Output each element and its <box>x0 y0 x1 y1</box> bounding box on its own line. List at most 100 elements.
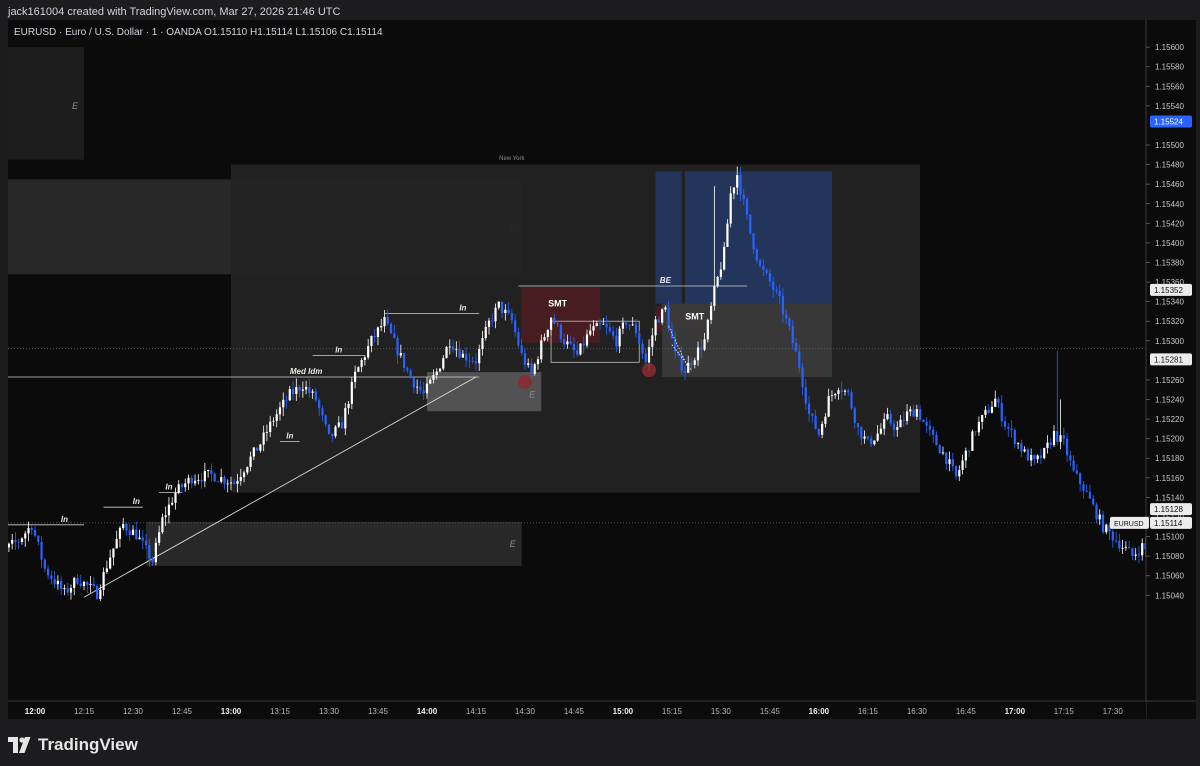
candle-body <box>1069 455 1072 461</box>
time-tick-label: 13:15 <box>270 707 291 716</box>
candle-body <box>8 543 11 548</box>
candle-body <box>220 477 223 482</box>
candle-body <box>76 577 79 584</box>
candle-body <box>922 419 925 422</box>
candle-body <box>576 350 579 355</box>
candle-body <box>298 386 301 391</box>
candle-body <box>1046 442 1049 449</box>
candle-body <box>311 391 314 393</box>
candle-body <box>765 269 768 273</box>
candle-body <box>824 416 827 424</box>
candle-body <box>487 320 491 327</box>
candle-body <box>625 322 628 325</box>
level-label: In <box>133 497 140 506</box>
candle-body <box>210 469 213 474</box>
candle-body <box>226 483 229 485</box>
candle-body <box>445 346 448 359</box>
level-label: In <box>459 303 466 312</box>
candle-body <box>154 542 157 563</box>
candle-body <box>14 540 17 542</box>
candle-body <box>363 357 366 361</box>
price-tick-label: 1.15180 <box>1155 454 1184 463</box>
candle-body <box>605 323 608 328</box>
candle-body <box>928 425 932 430</box>
candle-body <box>265 432 269 433</box>
time-tick-label: 12:30 <box>123 707 144 716</box>
candle-body <box>347 403 350 409</box>
candle-body <box>510 313 513 321</box>
price-tick-label: 1.15400 <box>1155 239 1184 248</box>
candle-body <box>1030 454 1033 461</box>
candle-body <box>1079 473 1082 485</box>
candle-body <box>402 353 406 368</box>
candle-body <box>644 353 647 363</box>
candle-body <box>990 406 994 413</box>
candle-body <box>794 343 798 352</box>
candle-body <box>870 438 873 445</box>
candle-body <box>1062 435 1065 439</box>
candle-body <box>1131 548 1134 556</box>
candle-body <box>647 347 651 363</box>
candle-body <box>981 414 984 422</box>
candle-body <box>180 484 184 488</box>
candle-body <box>471 360 474 362</box>
candle-body <box>657 319 660 323</box>
candle-body <box>749 214 752 234</box>
price-tick-label: 1.15560 <box>1155 82 1184 91</box>
candle-body <box>246 467 249 473</box>
price-tick-label: 1.15580 <box>1155 63 1184 72</box>
candle-body <box>285 399 288 401</box>
candle-body <box>24 533 27 539</box>
candle-body <box>1118 540 1121 549</box>
candlestick-chart[interactable]: EDEENew YorkMed IdmInInInInInInBESMTSMT1… <box>0 0 1200 766</box>
candle-body <box>925 421 928 426</box>
candle-body <box>275 414 278 421</box>
candle-body <box>115 538 118 549</box>
price-tick-label: 1.15160 <box>1155 474 1184 483</box>
candle-body <box>847 390 850 393</box>
candle-body <box>350 381 353 404</box>
candle-body <box>291 389 295 395</box>
candle-body <box>406 367 409 371</box>
candle-body <box>278 407 282 415</box>
candle-body <box>755 249 758 261</box>
candle-body <box>138 537 141 540</box>
candle-body <box>187 477 190 484</box>
price-tick-label: 1.15500 <box>1155 141 1184 150</box>
candle-body <box>66 588 69 593</box>
candle-body <box>785 314 788 319</box>
price-tick-label: 1.15540 <box>1155 102 1184 111</box>
time-tick-label: 12:45 <box>172 707 193 716</box>
candle-body <box>935 434 938 446</box>
tradingview-logo: TradingView <box>8 733 138 757</box>
level-label: In <box>335 345 342 354</box>
candle-body <box>389 323 393 334</box>
candle-body <box>902 419 905 421</box>
candle-body <box>455 349 458 351</box>
price-badge-label: 1.15114 <box>1154 519 1183 528</box>
candle-body <box>964 450 967 461</box>
price-tick-label: 1.15100 <box>1155 533 1184 542</box>
candle-body <box>742 194 745 200</box>
candle-body <box>752 233 755 250</box>
candle-body <box>821 423 824 435</box>
candle-body <box>337 422 340 427</box>
candle-body <box>994 398 997 407</box>
candle-body <box>1000 402 1003 422</box>
candle-body <box>729 193 732 224</box>
candle-body <box>53 578 56 585</box>
candle-body <box>807 403 811 414</box>
candle-body <box>73 577 76 588</box>
candle-body <box>530 363 533 374</box>
candle-body <box>543 337 546 341</box>
candle-body <box>719 269 722 277</box>
symbol-badge-label: EURUSD <box>1114 521 1144 528</box>
candle-body <box>262 432 265 445</box>
candle-body <box>409 370 412 379</box>
candle-body <box>621 322 625 329</box>
candle-body <box>618 328 621 347</box>
candle-body <box>553 317 556 324</box>
candle-body <box>484 326 487 339</box>
candle-body <box>40 542 43 560</box>
candle-body <box>419 386 422 391</box>
